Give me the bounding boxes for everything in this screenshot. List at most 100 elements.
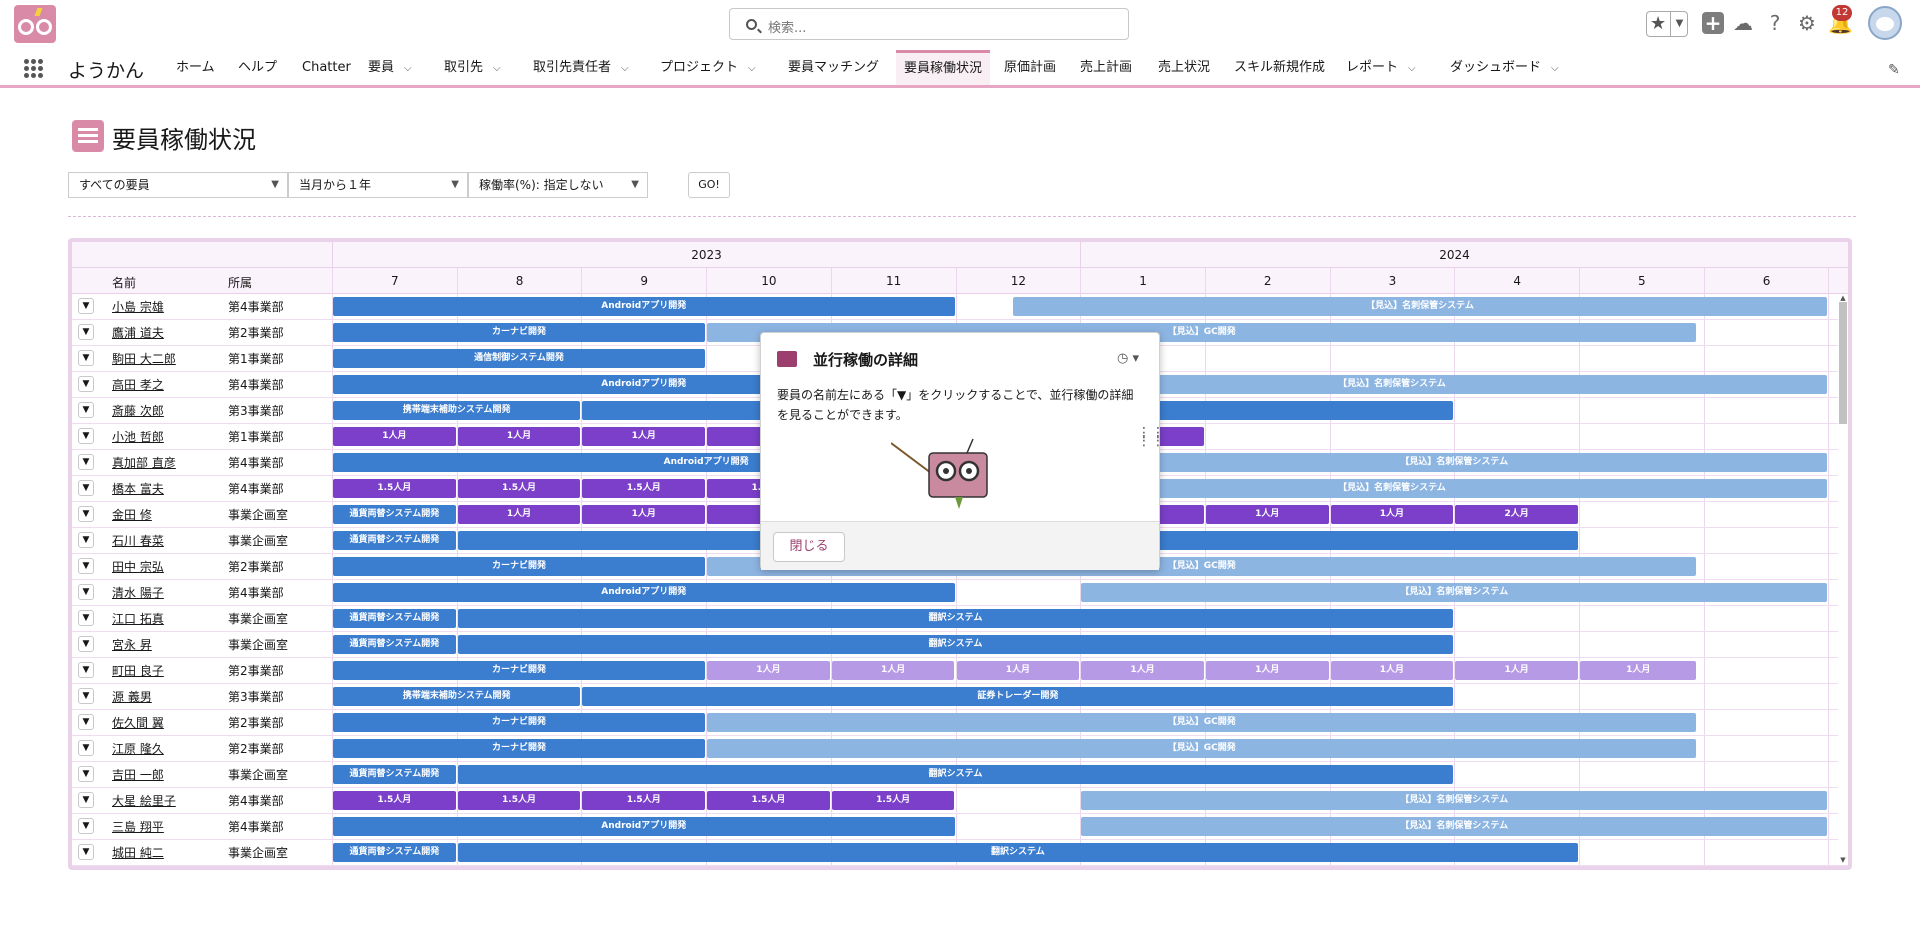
assignment-bar[interactable]: 【見込】GC開発 [707,739,1697,758]
expand-row-button[interactable]: ▼ [78,714,94,730]
clock-dropdown-icon[interactable]: ◷ ▾ [1117,351,1139,366]
member-name-link[interactable]: 真加部 直彦 [112,454,176,471]
nav-item-13[interactable]: レポート ⌵ [1346,50,1416,85]
assignment-bar[interactable]: 【見込】名刺保管システム [1081,791,1828,810]
assignment-bar[interactable]: 通信制御システム開発 [333,349,706,368]
chevron-down-icon[interactable]: ⌵ [1408,51,1416,86]
expand-row-button[interactable]: ▼ [78,402,94,418]
assignment-bar[interactable]: 携帯端末補助システム開発 [333,401,581,420]
assignment-bar[interactable]: 1人月 [707,661,830,680]
assignment-bar[interactable]: 1.5人月 [831,791,955,810]
expand-row-button[interactable]: ▼ [78,584,94,600]
period-filter-select[interactable]: 当月から１年 ▼ [288,172,468,198]
assignment-bar[interactable]: 通貨両替システム開発 [333,531,456,550]
member-name-link[interactable]: 鷹浦 道夫 [112,324,164,341]
member-name-link[interactable]: 佐久間 翼 [112,714,164,731]
chevron-down-icon[interactable]: ⌵ [493,51,501,86]
member-name-link[interactable]: 大星 絵里子 [112,792,176,809]
close-button[interactable]: 閉じる [773,532,845,562]
scrollbar-thumb[interactable] [1839,302,1847,424]
assignment-bar[interactable]: 【見込】GC開発 [707,713,1697,732]
assignment-bar[interactable]: 翻訳システム [457,635,1454,654]
expand-row-button[interactable]: ▼ [78,740,94,756]
member-name-link[interactable]: 駒田 大二郎 [112,350,176,367]
assignment-bar[interactable]: 1人月 [956,661,1080,680]
assignment-bar[interactable]: カーナビ開発 [333,713,706,732]
expand-row-button[interactable]: ▼ [78,454,94,470]
nav-item-8[interactable]: 要員稼働状況 [896,50,991,85]
assignment-bar[interactable]: 1人月 [1081,661,1204,680]
assignment-bar[interactable]: 【見込】名刺保管システム [1081,583,1828,602]
nav-item-0[interactable]: ホーム [176,50,215,85]
app-logo[interactable] [14,5,56,43]
assignment-bar[interactable]: 通貨両替システム開発 [333,765,456,784]
assignment-bar[interactable]: 1人月 [1205,661,1329,680]
nav-item-2[interactable]: Chatter [302,50,351,85]
member-name-link[interactable]: 江原 隆久 [112,740,164,757]
assignment-bar[interactable]: 携帯端末補助システム開発 [333,687,581,706]
assignment-bar[interactable]: 翻訳システム [457,843,1578,862]
nav-item-3[interactable]: 要員 ⌵ [368,50,412,85]
member-name-link[interactable]: 町田 良子 [112,662,164,679]
assignment-bar[interactable]: 1人月 [333,427,456,446]
expand-row-button[interactable]: ▼ [78,324,94,340]
assignment-bar[interactable]: 1.5人月 [457,479,581,498]
assignment-bar[interactable]: 1人月 [831,661,955,680]
go-button[interactable]: GO! [688,172,730,198]
member-name-link[interactable]: 石川 春菜 [112,532,164,549]
assignment-bar[interactable]: 1人月 [457,505,581,524]
expand-row-button[interactable]: ▼ [78,818,94,834]
nav-item-6[interactable]: プロジェクト ⌵ [660,50,756,85]
expand-row-button[interactable]: ▼ [78,688,94,704]
nav-item-7[interactable]: 要員マッチング [788,50,879,85]
member-name-link[interactable]: 清水 陽子 [112,584,164,601]
trailhead-icon[interactable]: ☁ [1732,12,1754,34]
nav-item-1[interactable]: ヘルプ [238,50,277,85]
assignment-bar[interactable]: カーナビ開発 [333,739,706,758]
assignment-bar[interactable]: 【見込】名刺保管システム [1012,297,1828,316]
member-name-link[interactable]: 小島 宗雄 [112,298,164,315]
expand-row-button[interactable]: ▼ [78,662,94,678]
assignment-bar[interactable]: 1人月 [1580,661,1697,680]
assignment-bar[interactable]: カーナビ開発 [333,661,706,680]
assignment-bar[interactable]: 1.5人月 [333,791,456,810]
nav-item-14[interactable]: ダッシュボード ⌵ [1450,50,1559,85]
nav-item-9[interactable]: 原価計画 [1004,50,1056,85]
expand-row-button[interactable]: ▼ [78,506,94,522]
global-actions-plus-icon[interactable]: + [1702,12,1724,34]
assignment-bar[interactable]: 1人月 [457,427,581,446]
assignment-bar[interactable]: 1人月 [1205,505,1329,524]
assignment-bar[interactable]: 1人月 [1330,661,1454,680]
expand-row-button[interactable]: ▼ [78,428,94,444]
assignment-bar[interactable]: 通貨両替システム開発 [333,505,456,524]
nav-item-4[interactable]: 取引先 ⌵ [444,50,501,85]
favorites-dropdown-icon[interactable]: ▼ [1670,12,1688,36]
favorites-button[interactable]: ★ ▼ [1646,11,1688,37]
expand-row-button[interactable]: ▼ [78,298,94,314]
assignment-bar[interactable]: 【見込】名刺保管システム [1081,453,1828,472]
assignment-bar[interactable]: 1人月 [1455,661,1578,680]
expand-row-button[interactable]: ▼ [78,792,94,808]
expand-row-button[interactable]: ▼ [78,350,94,366]
nav-item-10[interactable]: 売上計画 [1080,50,1132,85]
assignment-bar[interactable]: 【見込】名刺保管システム [1081,817,1828,836]
assignment-bar[interactable]: 1人月 [582,427,706,446]
assignment-bar[interactable]: カーナビ開発 [333,323,706,342]
chevron-down-icon[interactable]: ⌵ [621,51,629,86]
assignment-bar[interactable]: 通貨両替システム開発 [333,635,456,654]
rate-filter-select[interactable]: 稼働率(%): 指定しない ▼ [468,172,648,198]
scroll-up-icon[interactable]: ▲ [1838,294,1848,302]
edit-nav-pencil-icon[interactable]: ✎ [1888,62,1900,78]
member-filter-select[interactable]: すべての要員 ▼ [68,172,288,198]
member-name-link[interactable]: 源 義男 [112,688,152,705]
grid-scrollbar[interactable]: ▲ ▼ [1838,294,1848,864]
assignment-bar[interactable]: 翻訳システム [457,765,1454,784]
expand-row-button[interactable]: ▼ [78,844,94,860]
chevron-down-icon[interactable]: ⌵ [404,51,412,86]
member-name-link[interactable]: 田中 宗弘 [112,558,164,575]
assignment-bar[interactable]: 1.5人月 [457,791,581,810]
nav-item-5[interactable]: 取引先責任者 ⌵ [533,50,629,85]
member-name-link[interactable]: 三島 翔平 [112,818,164,835]
assignment-bar[interactable]: 証券トレーダー開発 [582,687,1454,706]
assignment-bar[interactable]: 1人月 [582,505,706,524]
